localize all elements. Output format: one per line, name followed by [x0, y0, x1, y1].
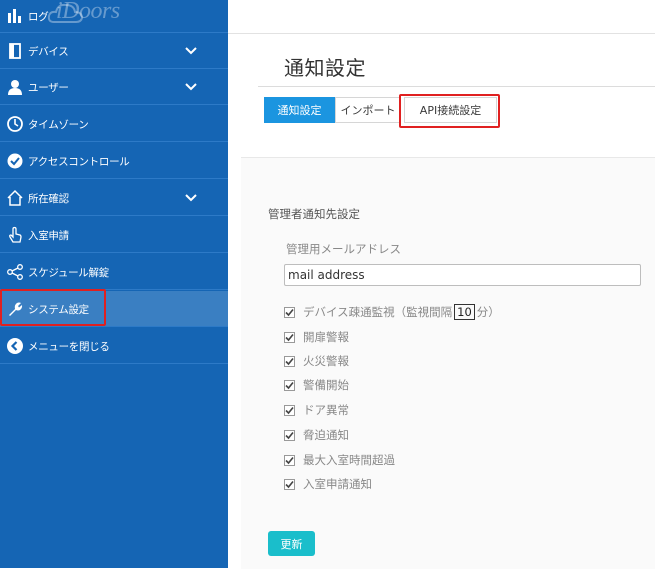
sidebar-item-label: ログ	[28, 11, 49, 23]
checkbox-row-door-open-alarm: 開扉警報	[284, 329, 349, 345]
checkbox[interactable]	[284, 404, 295, 416]
email-field[interactable]	[284, 264, 641, 286]
checkbox-row-device-monitoring: デバイス疎通監視（監視間隔 10 分）	[284, 304, 500, 320]
highlight-box	[0, 289, 106, 326]
checkbox[interactable]	[284, 379, 295, 391]
sidebar-item-access-control[interactable]: アクセスコントロール	[0, 143, 228, 179]
checkbox[interactable]	[284, 306, 295, 318]
check-circle-icon	[7, 153, 23, 169]
bar-chart-icon	[8, 9, 21, 23]
checkbox-label: 警備開始	[303, 378, 349, 392]
checkbox-label: デバイス疎通監視（監視間隔	[303, 305, 453, 319]
user-icon	[8, 80, 22, 95]
hand-pointer-icon	[9, 226, 22, 243]
tab-notification-settings[interactable]: 通知設定	[264, 97, 335, 123]
checkbox-label: 開扉警報	[303, 330, 349, 344]
checkbox-label-suffix: 分）	[476, 305, 500, 319]
sidebar-item-label: ユーザー	[28, 82, 69, 94]
checkbox-label: 脅迫通知	[303, 428, 349, 442]
highlight-box	[399, 94, 500, 128]
checkbox-label: 火災警報	[303, 354, 349, 368]
sidebar-item-entry-request[interactable]: 入室申請	[0, 217, 228, 253]
checkbox[interactable]	[284, 331, 295, 343]
clock-icon	[7, 116, 23, 132]
checkbox[interactable]	[284, 454, 295, 466]
chevron-down-icon[interactable]	[184, 192, 198, 204]
sidebar-item-device[interactable]: デバイス	[0, 33, 228, 69]
page-title: 通知設定	[284, 56, 366, 80]
header-divider	[228, 33, 655, 34]
checkbox-row-fire-alarm: 火災警報	[284, 353, 349, 369]
sidebar-item-location[interactable]: 所在確認	[0, 180, 228, 216]
tab-import[interactable]: インポート	[335, 97, 401, 123]
email-label: 管理用メールアドレス	[286, 242, 401, 256]
sidebar-item-close-menu[interactable]: メニューを閉じる	[0, 328, 228, 364]
sidebar-item-label: メニューを閉じる	[28, 341, 110, 353]
checkbox-row-duress-notification: 脅迫通知	[284, 427, 349, 443]
checkbox-row-security-start: 警備開始	[284, 377, 349, 393]
checkbox-label: 入室申請通知	[303, 477, 372, 491]
checkbox[interactable]	[284, 429, 295, 441]
sidebar-item-schedule-unlock[interactable]: スケジュール解錠	[0, 254, 228, 290]
sidebar-item-label: 所在確認	[28, 193, 69, 205]
chevron-down-icon[interactable]	[184, 81, 198, 93]
checkbox[interactable]	[284, 478, 295, 490]
update-button[interactable]: 更新	[268, 531, 315, 556]
sidebar-item-label: 入室申請	[28, 230, 69, 242]
sidebar-item-user[interactable]: ユーザー	[0, 69, 228, 105]
sidebar-item-log[interactable]: ログ	[0, 0, 228, 33]
chevron-left-circle-icon	[7, 338, 23, 354]
checkbox-row-max-stay-exceeded: 最大入室時間超過	[284, 452, 395, 468]
sidebar-item-label: アクセスコントロール	[28, 156, 130, 168]
checkbox-label: ドア異常	[303, 403, 349, 417]
share-icon	[7, 264, 23, 280]
checkbox-row-door-error: ドア異常	[284, 402, 349, 418]
sidebar: iDoors ログ デバイス ユーザー タイムゾーン アクセスコントロール 所在…	[0, 0, 228, 568]
checkbox-row-entry-request-notification: 入室申請通知	[284, 476, 372, 492]
title-divider	[258, 86, 655, 87]
device-icon	[9, 43, 21, 59]
checkbox[interactable]	[284, 355, 295, 367]
checkbox-label: 最大入室時間超過	[303, 453, 395, 467]
chevron-down-icon[interactable]	[184, 45, 198, 57]
sidebar-item-label: スケジュール解錠	[28, 267, 109, 279]
sidebar-item-label: タイムゾーン	[28, 119, 89, 131]
interval-input[interactable]: 10	[454, 304, 475, 320]
section-title: 管理者通知先設定	[268, 207, 360, 221]
sidebar-item-timezone[interactable]: タイムゾーン	[0, 106, 228, 142]
sidebar-item-label: デバイス	[28, 46, 69, 58]
home-icon	[7, 189, 23, 206]
